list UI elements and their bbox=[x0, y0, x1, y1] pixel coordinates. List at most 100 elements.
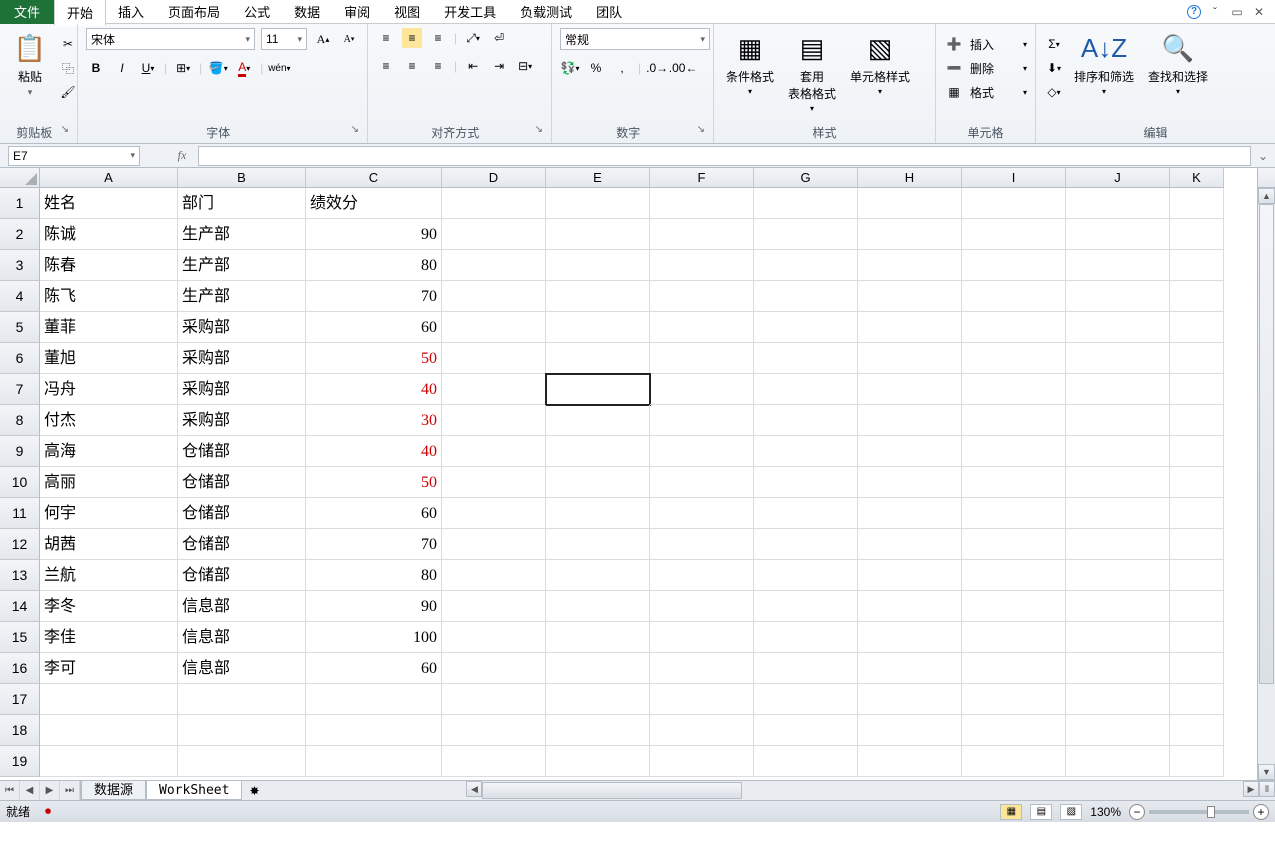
cell[interactable] bbox=[650, 498, 754, 529]
cell[interactable] bbox=[1066, 746, 1170, 777]
tab-公式[interactable]: 公式 bbox=[232, 0, 282, 25]
cell[interactable]: 仓储部 bbox=[178, 529, 306, 560]
column-header-E[interactable]: E bbox=[546, 168, 650, 188]
row-header[interactable]: 10 bbox=[0, 467, 40, 498]
zoom-level[interactable]: 130% bbox=[1090, 805, 1121, 819]
cell[interactable] bbox=[754, 715, 858, 746]
select-all-button[interactable] bbox=[0, 168, 40, 188]
copy-button[interactable]: ⿻ bbox=[58, 58, 78, 78]
cell[interactable]: 70 bbox=[306, 281, 442, 312]
cell[interactable] bbox=[754, 498, 858, 529]
cell[interactable]: 董旭 bbox=[40, 343, 178, 374]
cell[interactable] bbox=[546, 343, 650, 374]
column-header-K[interactable]: K bbox=[1170, 168, 1224, 188]
cell[interactable] bbox=[962, 746, 1066, 777]
cell[interactable] bbox=[546, 746, 650, 777]
cell[interactable] bbox=[442, 343, 546, 374]
row-header[interactable]: 1 bbox=[0, 188, 40, 219]
cell[interactable] bbox=[650, 622, 754, 653]
cell[interactable] bbox=[858, 684, 962, 715]
cell[interactable] bbox=[1170, 281, 1224, 312]
cell[interactable]: 80 bbox=[306, 560, 442, 591]
cell[interactable] bbox=[1066, 188, 1170, 219]
bold-button[interactable]: B bbox=[86, 58, 106, 78]
cell[interactable] bbox=[650, 219, 754, 250]
row-header[interactable]: 12 bbox=[0, 529, 40, 560]
cell[interactable] bbox=[858, 529, 962, 560]
cell[interactable] bbox=[962, 250, 1066, 281]
phonetic-button[interactable]: wén▾ bbox=[269, 58, 289, 78]
cell[interactable] bbox=[858, 312, 962, 343]
cell[interactable] bbox=[650, 591, 754, 622]
cell[interactable] bbox=[754, 312, 858, 343]
cell[interactable] bbox=[858, 653, 962, 684]
cell[interactable] bbox=[754, 560, 858, 591]
cell[interactable] bbox=[442, 281, 546, 312]
cell[interactable]: 40 bbox=[306, 374, 442, 405]
cell[interactable] bbox=[546, 219, 650, 250]
increase-font-button[interactable]: A▴ bbox=[313, 29, 333, 49]
cell[interactable] bbox=[1066, 591, 1170, 622]
cell[interactable] bbox=[40, 715, 178, 746]
cell[interactable] bbox=[546, 653, 650, 684]
cell[interactable] bbox=[442, 312, 546, 343]
format-table-button[interactable]: ▤套用 表格格式▾ bbox=[784, 28, 840, 115]
cell[interactable] bbox=[754, 188, 858, 219]
row-header[interactable]: 2 bbox=[0, 219, 40, 250]
restore-icon[interactable]: ▭ bbox=[1229, 4, 1245, 20]
cell[interactable] bbox=[1170, 498, 1224, 529]
column-header-B[interactable]: B bbox=[178, 168, 306, 188]
find-select-button[interactable]: 🔍查找和选择▾ bbox=[1144, 28, 1212, 98]
cell[interactable] bbox=[442, 529, 546, 560]
cell[interactable] bbox=[858, 405, 962, 436]
cell[interactable] bbox=[442, 498, 546, 529]
cancel-formula-button[interactable] bbox=[146, 146, 170, 166]
cell[interactable] bbox=[546, 188, 650, 219]
cell[interactable] bbox=[858, 591, 962, 622]
cell[interactable] bbox=[754, 343, 858, 374]
scroll-up-button[interactable]: ▲ bbox=[1258, 188, 1275, 204]
column-header-I[interactable]: I bbox=[962, 168, 1066, 188]
help-icon[interactable]: ? bbox=[1187, 5, 1201, 19]
cell[interactable] bbox=[650, 529, 754, 560]
normal-view-button[interactable]: ▦ bbox=[1000, 804, 1022, 820]
cell[interactable]: 采购部 bbox=[178, 312, 306, 343]
cell[interactable]: 李冬 bbox=[40, 591, 178, 622]
page-layout-view-button[interactable]: ▤ bbox=[1030, 804, 1052, 820]
cell-styles-button[interactable]: ▧单元格样式▾ bbox=[846, 28, 914, 98]
cell[interactable] bbox=[754, 591, 858, 622]
column-header-D[interactable]: D bbox=[442, 168, 546, 188]
fx-button[interactable]: fx bbox=[170, 146, 194, 166]
sort-filter-button[interactable]: A↓Z排序和筛选▾ bbox=[1070, 28, 1138, 98]
cell[interactable]: 何宇 bbox=[40, 498, 178, 529]
horizontal-scrollbar[interactable]: ◀ ▶ ⦀ bbox=[466, 781, 1275, 800]
cell[interactable] bbox=[650, 343, 754, 374]
delete-cells-button[interactable]: ➖删除▾ bbox=[944, 58, 1027, 78]
cell[interactable] bbox=[1170, 529, 1224, 560]
cell[interactable]: 信息部 bbox=[178, 653, 306, 684]
cell[interactable] bbox=[650, 715, 754, 746]
cell[interactable] bbox=[962, 281, 1066, 312]
cell[interactable] bbox=[962, 374, 1066, 405]
cell[interactable] bbox=[1066, 281, 1170, 312]
cell[interactable] bbox=[962, 653, 1066, 684]
align-launcher[interactable]: ↘ bbox=[535, 124, 543, 135]
cell[interactable] bbox=[1170, 436, 1224, 467]
cell[interactable] bbox=[962, 405, 1066, 436]
cell[interactable] bbox=[1066, 405, 1170, 436]
tab-file[interactable]: 文件 bbox=[0, 0, 54, 24]
cell[interactable] bbox=[442, 560, 546, 591]
decrease-indent-button[interactable]: ⇤ bbox=[463, 56, 483, 76]
cell[interactable]: 部门 bbox=[178, 188, 306, 219]
cell[interactable] bbox=[858, 436, 962, 467]
percent-button[interactable]: % bbox=[586, 58, 606, 78]
cell[interactable] bbox=[858, 188, 962, 219]
cell[interactable] bbox=[546, 715, 650, 746]
cell[interactable] bbox=[650, 746, 754, 777]
border-button[interactable]: ⊞▾ bbox=[173, 58, 193, 78]
row-header[interactable]: 19 bbox=[0, 746, 40, 777]
cell[interactable] bbox=[858, 560, 962, 591]
cell[interactable] bbox=[962, 529, 1066, 560]
cell[interactable] bbox=[546, 529, 650, 560]
cell[interactable] bbox=[1066, 529, 1170, 560]
